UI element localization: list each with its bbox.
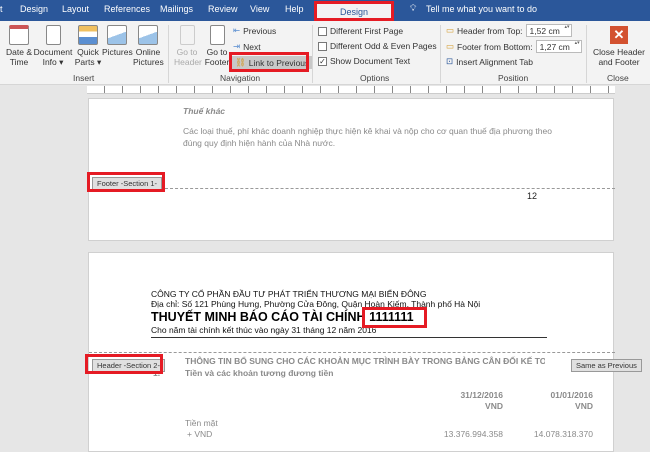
next-button[interactable]: ⇥ Next [233,41,261,52]
close-group-label: Close [607,73,629,83]
footer-position-icon: ▭ [446,41,455,51]
different-odd-even-checkbox[interactable]: Different Odd & Even Pages [318,41,437,51]
different-first-page-checkbox[interactable]: Different First Page [318,26,403,36]
previous-button[interactable]: ⇤ Previous [233,25,276,36]
column-header-1: 31/12/2016 VND [460,390,503,411]
document-info-icon [45,25,61,45]
tab-help[interactable]: Help [285,4,304,14]
next-icon: ⇥ [233,41,241,51]
header-from-top: ▭ Header from Top: 1,52 cm [446,24,572,37]
report-subtitle: Cho năm tài chính kết thúc vào ngày 31 t… [151,325,377,335]
header-rule [151,337,547,338]
value-2016-start: 14.078.318.370 [533,429,593,439]
column-header-2: 01/01/2016 VND [550,390,593,411]
section-heading: THÔNG TIN BỔ SUNG CHO CÁC KHOẢN MỤC TRÌN… [185,356,545,366]
quick-parts-button[interactable]: Quick Parts ▾ [74,25,102,67]
tab-review[interactable]: Review [208,4,238,14]
position-group-label: Position [498,73,529,83]
online-pictures-button[interactable]: Online Pictures [133,25,164,67]
row-label: Tiền mặt [185,418,218,428]
lightbulb-icon: 💡︎ [410,3,417,13]
page-number: 12 [527,191,538,201]
navigation-group-label: Navigation [220,73,261,83]
highlight-box [229,52,309,72]
tab-view[interactable]: View [250,4,269,14]
highlight-box [85,354,163,374]
same-as-previous-label: Same as Previous [571,359,642,372]
tab-design[interactable]: Design [20,4,48,14]
go-to-footer-button[interactable]: Go to Footer [204,25,230,67]
tab-header-footer-design[interactable]: Design [314,1,394,21]
close-header-footer-button[interactable]: ✕ Close Header and Footer [590,26,648,67]
horizontal-ruler[interactable] [87,86,615,94]
date-time-button[interactable]: Date & Time [4,25,34,67]
footer-from-bottom: ▭ Footer from Bottom: 1,27 cm [446,40,582,53]
highlight-box [87,172,165,192]
ribbon: Date & Time Document Info ▾ Quick Parts … [0,21,650,85]
header-from-top-input[interactable]: 1,52 cm [525,24,572,37]
tab-insert[interactable]: t [0,4,3,14]
highlight-box [362,307,427,328]
show-document-text-checkbox[interactable]: ✓ Show Document Text [318,56,410,66]
go-to-header-button[interactable]: Go to Header [174,25,202,67]
footer-icon [209,25,225,45]
header-position-icon: ▭ [446,25,455,35]
company-name: CÔNG TY CỔ PHẦN ĐẦU TƯ PHÁT TRIỂN THƯƠNG… [151,289,427,299]
close-icon: ✕ [610,26,628,44]
section-heading: Thuế khác [183,106,226,116]
ribbon-tab-bar: t Design Layout References Mailings Revi… [0,0,650,21]
company-address: Địa chỉ: Số 121 Phùng Hưng, Phường Cửa Đ… [151,299,481,309]
footer-from-bottom-input[interactable]: 1,27 cm [535,40,582,53]
insert-group-label: Insert [73,73,95,83]
page-2: CÔNG TY CỔ PHẦN ĐẦU TƯ PHÁT TRIỂN THƯƠNG… [88,252,615,452]
body-paragraph: Các loại thuế, phí khác doanh nghiệp thự… [183,126,552,148]
quick-parts-icon [78,25,98,45]
tab-mailings[interactable]: Mailings [160,4,193,14]
online-pictures-icon [138,25,158,45]
insert-alignment-tab-button[interactable]: ⊡ Insert Alignment Tab [446,56,533,67]
row-sub-label: + VND [187,429,213,439]
item-heading: Tiền và các khoản tương đương tiền [185,368,334,378]
tab-references[interactable]: References [104,4,150,14]
value-2016-end: 13.376.994.358 [443,429,503,439]
alignment-tab-icon: ⊡ [446,56,454,66]
page-1: Thuế khác Các loại thuế, phí khác doanh … [88,98,615,241]
tab-layout[interactable]: Layout [62,4,89,14]
options-group-label: Options [360,73,390,83]
header-icon [179,25,195,45]
previous-icon: ⇤ [233,25,241,35]
pictures-icon [107,25,127,45]
tell-me-search[interactable]: Tell me what you want to do [426,4,537,14]
calendar-icon [9,25,29,45]
document-info-button[interactable]: Document Info ▾ [33,25,73,67]
pictures-button[interactable]: Pictures [102,25,133,57]
